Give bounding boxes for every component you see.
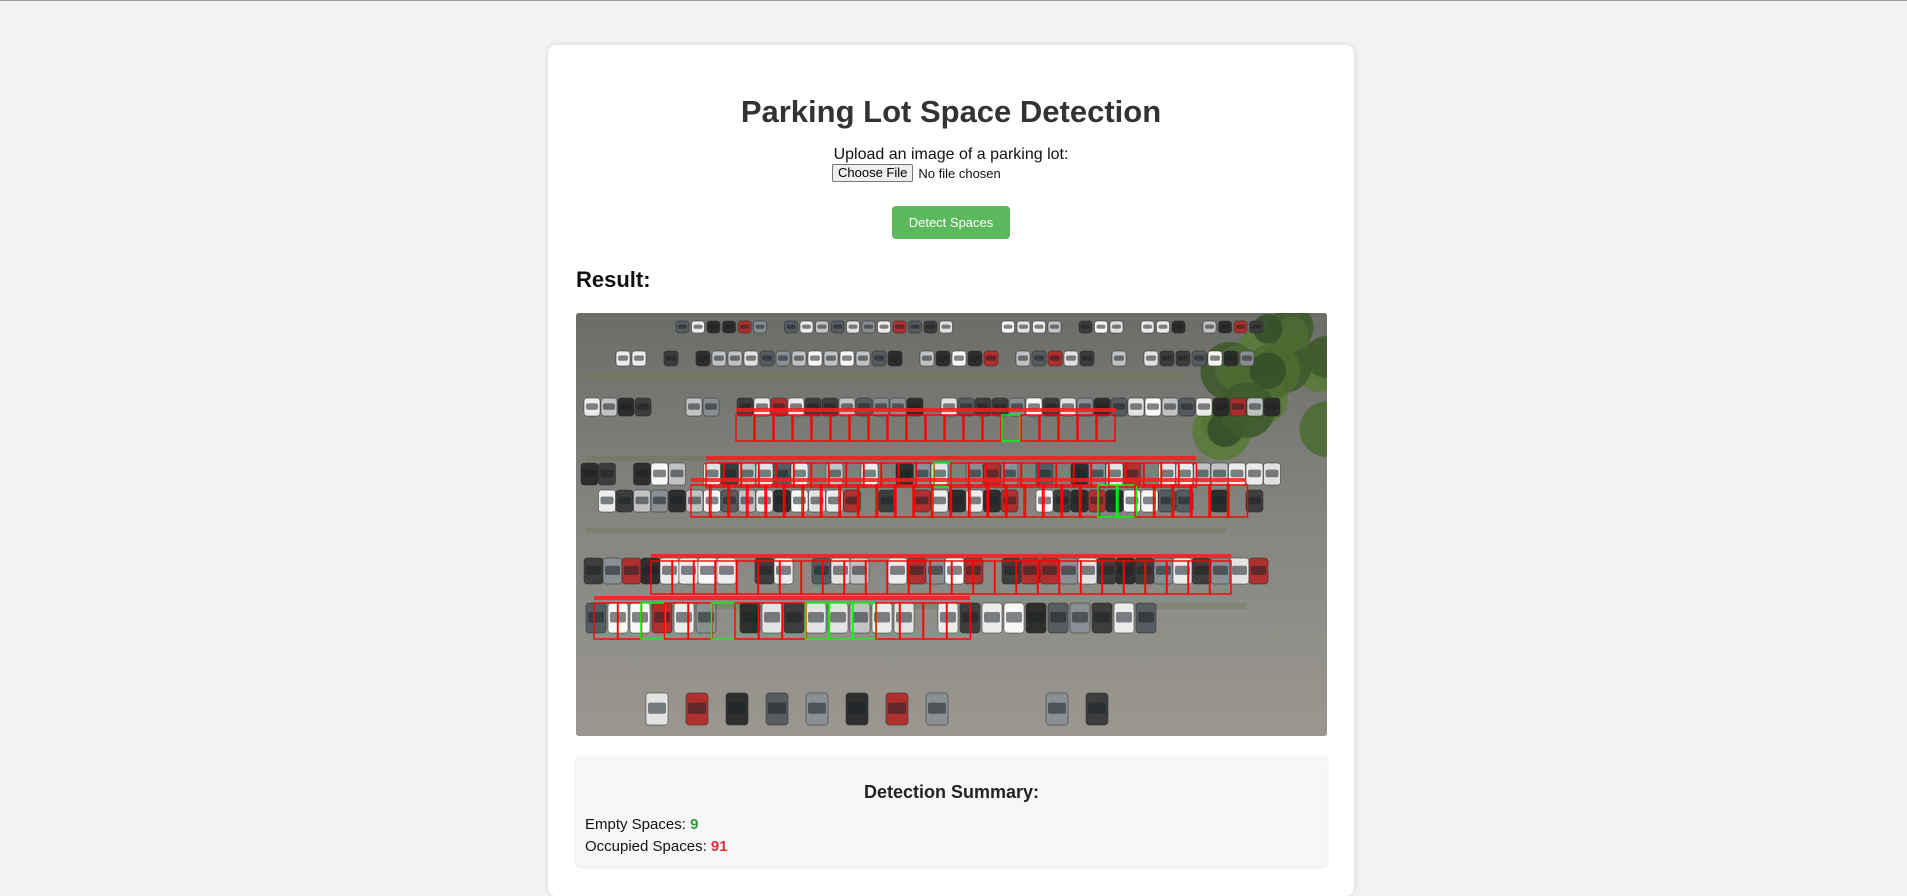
summary-title: Detection Summary: bbox=[863, 782, 1040, 802]
occupied-spaces-label: Occupied Spaces: bbox=[585, 838, 707, 855]
result-heading: Result: bbox=[576, 267, 651, 292]
file-input[interactable]: Choose File No file chosen bbox=[832, 164, 1001, 182]
page-title: Parking Lot Space Detection bbox=[740, 94, 1162, 129]
empty-spaces-count: 9 bbox=[690, 816, 699, 833]
detection-summary: Detection Summary: Empty Spaces: 9 Occup… bbox=[576, 756, 1327, 866]
result-image bbox=[576, 313, 1327, 736]
parking-lot-detection-image bbox=[576, 313, 1327, 736]
empty-spaces-line: Empty Spaces: 9 bbox=[585, 816, 698, 833]
choose-file-button[interactable]: Choose File bbox=[832, 164, 914, 182]
upload-label: Upload an image of a parking lot: bbox=[833, 146, 1069, 163]
occupied-spaces-line: Occupied Spaces: 91 bbox=[585, 838, 728, 855]
main-card: Parking Lot Space Detection Upload an im… bbox=[548, 45, 1354, 896]
file-status-text: No file chosen bbox=[918, 165, 1001, 181]
detect-spaces-button[interactable]: Detect Spaces bbox=[892, 206, 1010, 239]
empty-spaces-label: Empty Spaces: bbox=[585, 816, 686, 833]
occupied-spaces-count: 91 bbox=[710, 838, 728, 855]
